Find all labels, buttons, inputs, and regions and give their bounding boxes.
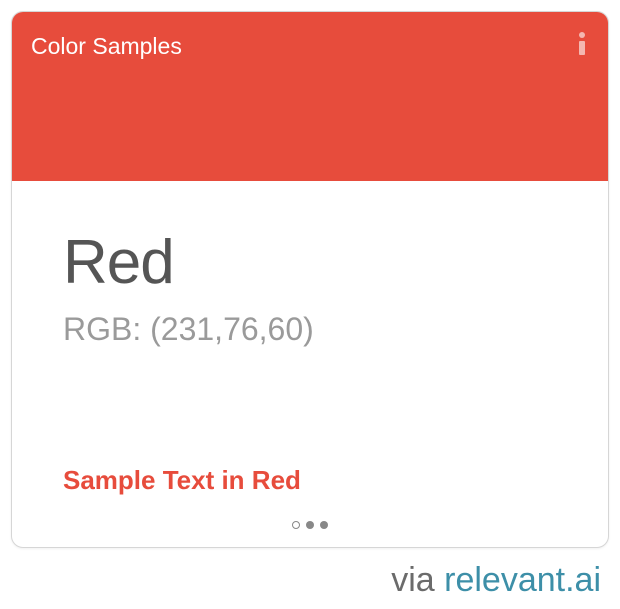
footer-attribution: via relevant.ai: [391, 560, 601, 600]
color-sample-card: Color Samples Red RGB: (231,76,60) Sampl…: [11, 11, 609, 548]
card-title: Color Samples: [31, 33, 182, 59]
pager-dot-1[interactable]: [292, 521, 300, 529]
info-icon-bar: [579, 41, 585, 55]
sample-text: Sample Text in Red: [63, 465, 301, 495]
info-icon-dot: [579, 32, 585, 38]
pager-dot-3[interactable]: [320, 521, 328, 529]
card-pager: [12, 519, 608, 531]
color-rgb-value: RGB: (231,76,60): [63, 311, 314, 347]
brand-link[interactable]: relevant.ai: [444, 561, 601, 599]
color-name: Red: [63, 228, 175, 297]
info-icon[interactable]: [576, 32, 588, 56]
color-swatch-header: Color Samples: [12, 12, 608, 181]
footer-via-text: via: [391, 561, 445, 599]
pager-dot-2[interactable]: [306, 521, 314, 529]
